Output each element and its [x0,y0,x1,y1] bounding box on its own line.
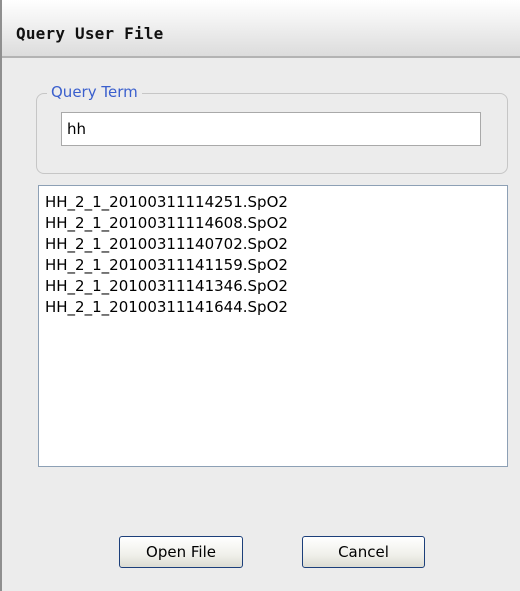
file-list[interactable]: HH_2_1_20100311114251.SpO2 HH_2_1_201003… [38,185,508,467]
list-item[interactable]: HH_2_1_20100311114608.SpO2 [39,213,507,234]
dialog-body: Query Term HH_2_1_20100311114251.SpO2 HH… [2,58,520,591]
dialog-title: Query User File [16,24,164,43]
query-term-label: Query Term [47,83,142,101]
title-bar[interactable]: Query User File [2,0,520,58]
list-item[interactable]: HH_2_1_20100311140702.SpO2 [39,234,507,255]
query-user-file-dialog: Query User File Query Term HH_2_1_201003… [0,0,520,591]
cancel-button[interactable]: Cancel [302,536,425,568]
list-item[interactable]: HH_2_1_20100311141346.SpO2 [39,276,507,297]
list-item[interactable]: HH_2_1_20100311141644.SpO2 [39,297,507,318]
query-term-input[interactable] [61,112,481,146]
list-item[interactable]: HH_2_1_20100311114251.SpO2 [39,192,507,213]
open-file-button[interactable]: Open File [119,536,243,568]
list-item[interactable]: HH_2_1_20100311141159.SpO2 [39,255,507,276]
query-term-group: Query Term [36,83,508,174]
